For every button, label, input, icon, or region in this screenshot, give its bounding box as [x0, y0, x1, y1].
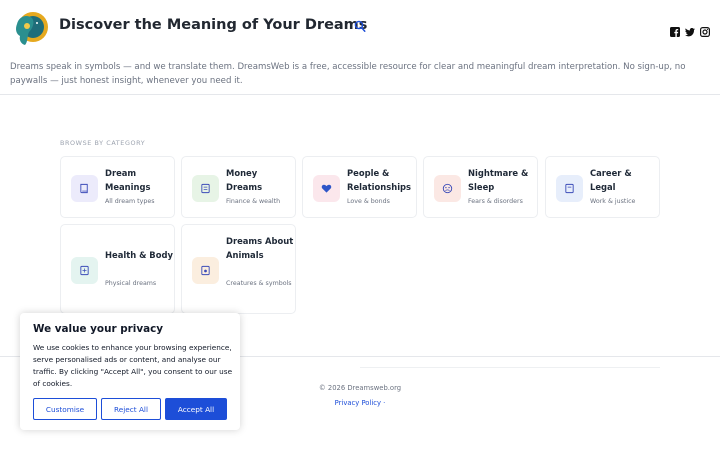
- heart-icon: [313, 175, 340, 202]
- category-title: Health & Body: [105, 250, 173, 260]
- category-subtitle: Work & justice: [590, 198, 636, 205]
- accept-all-button[interactable]: Accept All: [165, 398, 227, 420]
- copyright-label: © 2026 Dreamsweb.org: [318, 384, 402, 392]
- intro-text: Dreams speak in symbols — and we transla…: [10, 62, 686, 86]
- customise-button[interactable]: Customise: [33, 398, 97, 420]
- category-title: Money Dreams: [226, 168, 263, 192]
- category-title: Nightmare & Sleep: [468, 168, 529, 192]
- category-subtitle: Finance & wealth: [226, 198, 281, 205]
- book-icon: [71, 175, 98, 202]
- social-links: [670, 22, 711, 38]
- reject-all-button[interactable]: Reject All: [101, 398, 161, 420]
- category-subtitle: Physical dreams: [105, 280, 157, 287]
- category-subtitle: All dream types: [105, 198, 155, 205]
- health-icon: [71, 257, 98, 284]
- category-title: Career & Legal: [590, 168, 632, 192]
- twitter-icon[interactable]: [685, 22, 695, 37]
- site-header: Discover the Meaning of Your Dreams: [0, 0, 720, 55]
- cookie-title: We value your privacy: [33, 323, 164, 335]
- category-subtitle: Creatures & symbols: [226, 280, 292, 287]
- category-subtitle: Love & bonds: [347, 198, 390, 205]
- footer-inner-divider: [360, 367, 660, 368]
- paw-icon: [192, 257, 219, 284]
- search-icon[interactable]: [354, 20, 366, 33]
- category-card-money-dreams[interactable]: Money Dreams Finance & wealth: [181, 156, 296, 218]
- category-title: Dream Meanings: [105, 168, 151, 192]
- category-card-dream-meanings[interactable]: Dream Meanings All dream types: [60, 156, 175, 218]
- category-card-nightmare-sleep[interactable]: Nightmare & Sleep Fears & disorders: [423, 156, 538, 218]
- category-card-health-body[interactable]: Health & Body Physical dreams: [60, 224, 175, 314]
- section-label: BROWSE BY CATEGORY: [60, 139, 146, 147]
- category-title: People & Relationships: [347, 168, 412, 192]
- cookie-consent-banner: We value your privacy We use cookies to …: [20, 313, 240, 430]
- category-subtitle: Fears & disorders: [468, 198, 523, 205]
- money-icon: [192, 175, 219, 202]
- category-title: Dreams About Animals: [226, 236, 294, 260]
- category-card-dreams-about-animals[interactable]: Dreams About Animals Creatures & symbols: [181, 224, 296, 314]
- instagram-icon[interactable]: [700, 22, 711, 38]
- facebook-icon[interactable]: [670, 22, 680, 37]
- nightmare-icon: [434, 175, 461, 202]
- cookie-text: We use cookies to enhance your browsing …: [33, 343, 233, 388]
- logo-icon[interactable]: [13, 10, 48, 47]
- page-title: Discover the Meaning of Your Dreams: [59, 17, 368, 33]
- category-card-career-legal[interactable]: Career & Legal Work & justice: [545, 156, 660, 218]
- category-card-people-relationships[interactable]: People & Relationships Love & bonds: [302, 156, 417, 218]
- header-divider: [0, 94, 720, 95]
- briefcase-icon: [556, 175, 583, 202]
